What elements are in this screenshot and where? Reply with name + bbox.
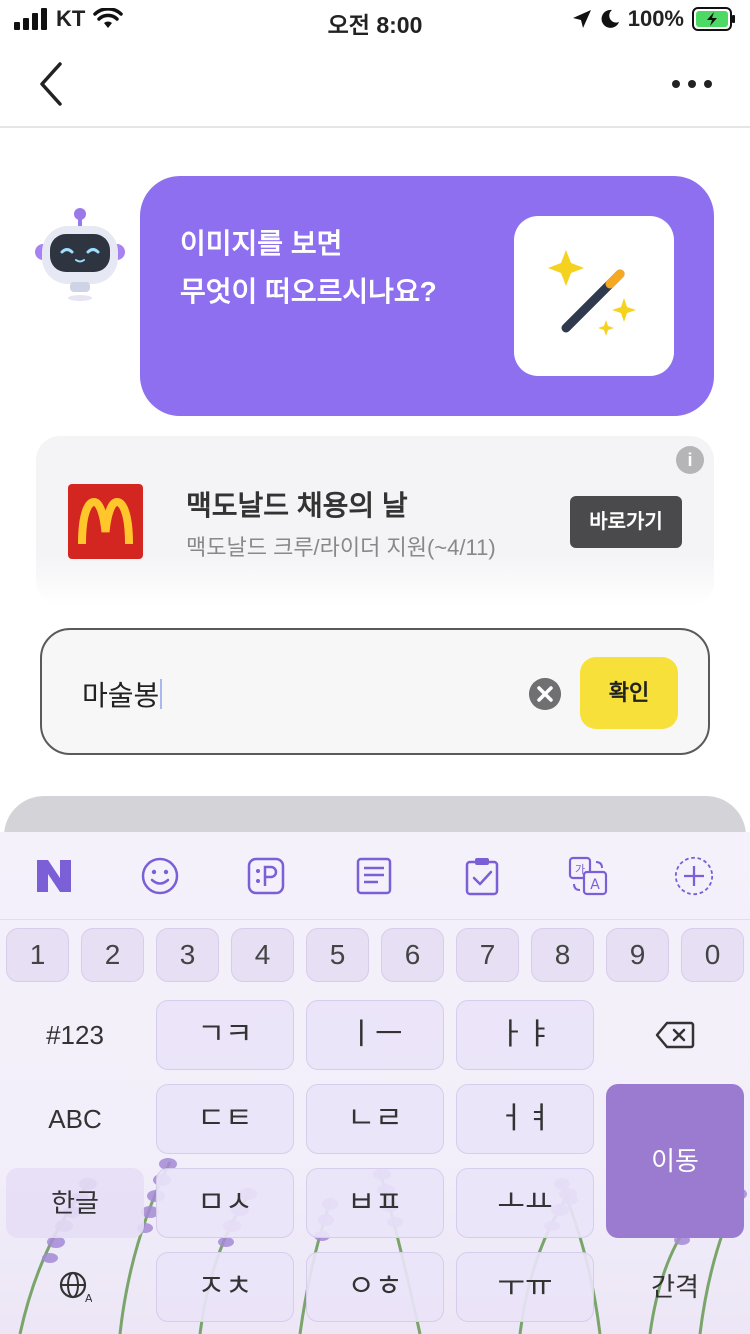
question-bubble: 이미지를 보면 무엇이 떠오르시나요? — [140, 176, 714, 416]
ad-title: 맥도날드 채용의 날 — [186, 490, 408, 521]
confirm-button[interactable]: 확인 — [580, 657, 678, 729]
language-key[interactable]: A — [6, 1252, 144, 1322]
korean-key[interactable]: 한글 — [6, 1168, 144, 1238]
emoji-icon[interactable] — [140, 856, 180, 896]
space-key[interactable]: 간격 — [606, 1252, 744, 1322]
english-key[interactable]: ABC — [6, 1084, 144, 1154]
key-1[interactable]: 1 — [6, 928, 69, 982]
clear-icon[interactable] — [529, 678, 561, 710]
status-bar: KT 오전 8:00 100% — [0, 0, 750, 40]
add-icon[interactable] — [674, 856, 714, 896]
enter-key[interactable]: 이동 — [606, 1084, 744, 1238]
key-0[interactable]: 0 — [681, 928, 744, 982]
key-ieung[interactable]: ㅇㅎ — [306, 1252, 444, 1322]
translate-icon[interactable]: 가 A — [568, 856, 608, 896]
battery-percent: 100% — [627, 6, 684, 31]
key-9[interactable]: 9 — [606, 928, 669, 982]
naver-n-icon[interactable] — [34, 856, 74, 896]
ad-subtitle: 맥도날드 크루/라이더 지원(~4/11) — [186, 535, 496, 560]
battery-icon — [692, 7, 735, 31]
key-2[interactable]: 2 — [81, 928, 144, 982]
robot-avatar-icon — [35, 208, 125, 301]
answer-input[interactable]: 마술봉 — [82, 674, 163, 714]
svg-text:A: A — [590, 877, 600, 893]
key-eo-yeo[interactable]: ㅓㅕ — [456, 1084, 594, 1154]
sticker-icon[interactable] — [246, 856, 286, 896]
backspace-icon — [655, 1021, 695, 1049]
ad-info-icon[interactable]: i — [676, 446, 704, 474]
key-i-eu[interactable]: ㅣㅡ — [306, 1000, 444, 1070]
key-digeut[interactable]: ㄷㅌ — [156, 1084, 294, 1154]
symbols-key[interactable]: #123 — [6, 1000, 144, 1070]
key-giyeok[interactable]: ㄱㅋ — [156, 1000, 294, 1070]
question-text: 이미지를 보면 무엇이 떠오르시나요? — [180, 220, 437, 316]
keyboard-toolbar: 가 A — [0, 832, 750, 920]
text-cursor — [160, 679, 163, 709]
answer-input-box[interactable]: 마술봉 확인 — [40, 628, 710, 755]
top-navigation — [0, 40, 750, 128]
key-7[interactable]: 7 — [456, 928, 519, 982]
moon-icon — [601, 9, 619, 28]
clipboard-icon[interactable] — [462, 856, 502, 896]
question-line-2: 무엇이 떠오르시나요? — [180, 276, 437, 307]
key-nieun[interactable]: ㄴㄹ — [306, 1084, 444, 1154]
memo-icon[interactable] — [354, 856, 394, 896]
key-mieum[interactable]: ㅁㅅ — [156, 1168, 294, 1238]
key-4[interactable]: 4 — [231, 928, 294, 982]
key-8[interactable]: 8 — [531, 928, 594, 982]
ad-card[interactable]: i 맥도날드 채용의 날 맥도날드 크루/라이더 지원(~4/11) 바로가기 — [36, 436, 714, 606]
more-options-button[interactable] — [670, 74, 714, 94]
key-o-yo[interactable]: ㅗㅛ — [456, 1168, 594, 1238]
key-jieut[interactable]: ㅈㅊ — [156, 1252, 294, 1322]
question-image[interactable] — [514, 216, 674, 376]
globe-icon: A — [59, 1271, 93, 1305]
backspace-key[interactable] — [606, 1000, 744, 1070]
key-6[interactable]: 6 — [381, 928, 444, 982]
key-u-yu[interactable]: ㅜㅠ — [456, 1252, 594, 1322]
key-bieup[interactable]: ㅂㅍ — [306, 1168, 444, 1238]
key-3[interactable]: 3 — [156, 928, 219, 982]
back-button[interactable] — [32, 60, 72, 108]
key-5[interactable]: 5 — [306, 928, 369, 982]
mcdonalds-logo — [68, 484, 143, 559]
keyboard: 가 A 1 2 3 4 5 6 7 8 9 0 #123 ㄱㅋ ㅣㅡ ㅏㅑ AB… — [0, 832, 750, 1334]
ad-go-button[interactable]: 바로가기 — [570, 496, 682, 548]
magic-wand-icon — [548, 250, 636, 336]
status-right: 100% — [572, 6, 736, 32]
location-icon — [572, 10, 591, 28]
svg-text:A: A — [85, 1292, 92, 1304]
question-line-1: 이미지를 보면 — [180, 228, 343, 259]
key-a-ya[interactable]: ㅏㅑ — [456, 1000, 594, 1070]
answer-input-text: 마술봉 — [82, 680, 160, 711]
